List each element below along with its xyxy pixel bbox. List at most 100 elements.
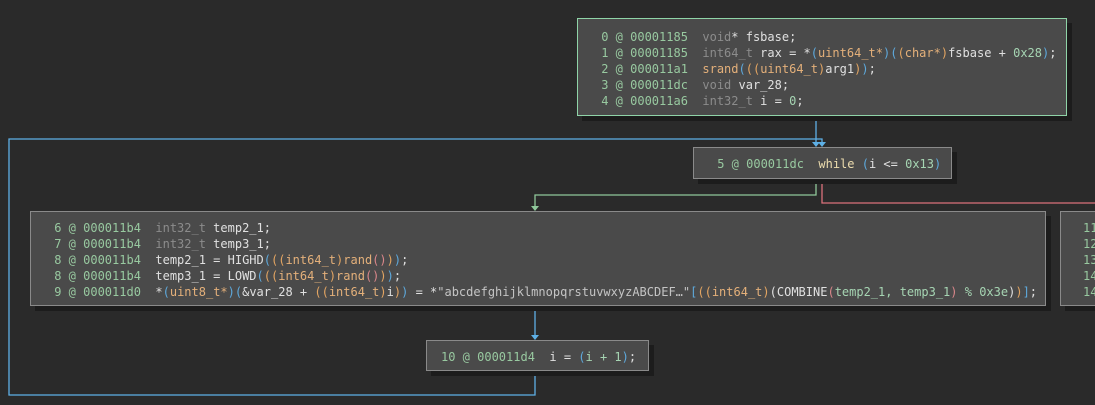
code-token: * bbox=[155, 285, 163, 299]
line-address: 0 @ 00001185 bbox=[594, 30, 703, 44]
code-token: "abcdefghijklmnopqrstuvwxyzABCDEF…" bbox=[437, 285, 691, 299]
code-line[interactable]: 13 bbox=[1083, 252, 1095, 268]
code-line[interactable]: 1 @ 00001185 int64_t rax = *(uint64_t*)(… bbox=[594, 45, 1066, 61]
code-line[interactable]: 6 @ 000011b4 int32_t temp2_1; bbox=[47, 220, 1045, 236]
basic-block-increment[interactable]: 10 @ 000011d4 i = (i + 1); bbox=[426, 340, 649, 371]
edge-false-to-exit bbox=[821, 179, 1095, 204]
code-token: ) bbox=[227, 285, 235, 299]
code-token: ) bbox=[762, 285, 770, 299]
code-token: &var_28 + bbox=[242, 285, 315, 299]
code-token: ) bbox=[386, 269, 394, 283]
code-token: ; bbox=[393, 269, 402, 283]
code-token: i = bbox=[752, 94, 790, 108]
line-address: 4 @ 000011a6 bbox=[594, 94, 703, 108]
code-token: i <= bbox=[868, 157, 906, 171]
code-line[interactable]: 8 @ 000011b4 temp2_1 = HIGHD(((int64_t)r… bbox=[47, 252, 1045, 268]
code-line[interactable]: 2 @ 000011a1 srand(((uint64_t)arg1)); bbox=[594, 61, 1066, 77]
line-address: 6 @ 000011b4 bbox=[47, 221, 156, 235]
code-token: ( bbox=[263, 253, 271, 267]
code-token: ( bbox=[769, 285, 777, 299]
code-token: arg1 bbox=[825, 62, 855, 76]
code-token: uint64_t* bbox=[817, 46, 884, 60]
line-address: 14 bbox=[1083, 285, 1095, 299]
code-token: ) bbox=[1015, 285, 1023, 299]
code-line[interactable]: 10 @ 000011d4 i = (i + 1); bbox=[441, 349, 648, 365]
code-token: rand bbox=[343, 253, 373, 267]
code-token: ( bbox=[745, 62, 753, 76]
code-token: ( bbox=[314, 285, 322, 299]
code-token: fsbase + bbox=[948, 46, 1014, 60]
line-address: 13 bbox=[1083, 253, 1095, 267]
code-token: int32_t bbox=[155, 237, 206, 251]
code-line[interactable]: 12 bbox=[1083, 236, 1095, 252]
line-address: 8 @ 000011b4 bbox=[47, 269, 156, 283]
code-line[interactable]: 8 @ 000011b4 temp3_1 = LOWD(((int64_t)ra… bbox=[47, 268, 1045, 284]
code-line[interactable]: 0 @ 00001185 void* fsbase; bbox=[594, 29, 1066, 45]
code-token: while bbox=[818, 157, 855, 171]
code-token: int32_t bbox=[702, 94, 753, 108]
code-token: void bbox=[702, 30, 732, 44]
basic-block-while[interactable]: 5 @ 000011dc while (i <= 0x13) bbox=[693, 147, 952, 179]
code-token: int64_t bbox=[328, 285, 380, 299]
code-token: i = bbox=[549, 350, 579, 364]
line-address: 10 @ 000011d4 bbox=[441, 350, 550, 364]
code-token: srand bbox=[702, 62, 739, 76]
line-address: 12 bbox=[1083, 237, 1095, 251]
code-token: ( bbox=[827, 285, 835, 299]
code-token: ) bbox=[934, 157, 942, 171]
code-token: = * bbox=[408, 285, 438, 299]
code-token: temp3_1 = LOWD bbox=[155, 269, 257, 283]
code-line[interactable]: 7 @ 000011b4 int32_t temp3_1; bbox=[47, 236, 1045, 252]
code-token: 0x28 bbox=[1013, 46, 1043, 60]
code-token: int32_t bbox=[155, 221, 206, 235]
code-line[interactable]: 3 @ 000011dc void var_28; bbox=[594, 77, 1066, 93]
code-line[interactable]: 14 bbox=[1083, 284, 1095, 300]
code-token: ) bbox=[940, 46, 949, 60]
basic-block-loop-body[interactable]: 6 @ 000011b4 int32_t temp2_1; 7 @ 000011… bbox=[30, 211, 1046, 306]
code-token: () bbox=[372, 253, 387, 267]
code-token: ( bbox=[321, 285, 329, 299]
code-token: ( bbox=[697, 285, 705, 299]
code-token: ) bbox=[379, 269, 387, 283]
code-line[interactable]: 9 @ 000011d0 *(uint8_t*)(&var_28 + ((int… bbox=[47, 284, 1045, 300]
line-address: 1 @ 00001185 bbox=[594, 46, 703, 60]
code-token: ) bbox=[393, 253, 402, 267]
code-token: uint64_t bbox=[760, 62, 818, 76]
code-token: 0x13 bbox=[905, 157, 934, 171]
code-token: i + 1 bbox=[585, 350, 622, 364]
code-token: ; bbox=[868, 62, 876, 76]
code-token: int64_t bbox=[711, 285, 763, 299]
line-address: 8 @ 000011b4 bbox=[47, 253, 156, 267]
code-token: int64_t bbox=[278, 269, 329, 283]
code-token: rax = * bbox=[752, 46, 811, 60]
line-address: 7 @ 000011b4 bbox=[47, 237, 156, 251]
code-line[interactable]: 5 @ 000011dc while (i <= 0x13) bbox=[710, 156, 951, 172]
line-address: 3 @ 000011dc bbox=[594, 78, 703, 92]
code-token: % 0x3e bbox=[957, 285, 1009, 299]
code-token: ( bbox=[810, 46, 818, 60]
edge-true-to-body bbox=[534, 179, 817, 207]
code-token: ( bbox=[738, 62, 746, 76]
code-line[interactable]: 14 bbox=[1083, 268, 1095, 284]
line-address: 9 @ 000011d0 bbox=[47, 285, 156, 299]
code-token: ( bbox=[256, 269, 264, 283]
code-token: void bbox=[702, 78, 732, 92]
basic-block-entry[interactable]: 0 @ 00001185 void* fsbase; 1 @ 00001185 … bbox=[577, 18, 1067, 116]
code-token: rand bbox=[336, 269, 365, 283]
code-token: COMBINE bbox=[776, 285, 828, 299]
code-token: * fsbase; bbox=[731, 30, 797, 44]
code-line[interactable]: 4 @ 000011a6 int32_t i = 0; bbox=[594, 93, 1066, 109]
line-address: 5 @ 000011dc bbox=[710, 157, 819, 171]
code-token: temp2_1 = HIGHD bbox=[155, 253, 264, 267]
code-token: ; bbox=[1029, 285, 1038, 299]
code-token: ( bbox=[897, 46, 905, 60]
code-token: ) bbox=[386, 253, 394, 267]
code-token: ( bbox=[704, 285, 712, 299]
code-token: ) bbox=[379, 285, 387, 299]
code-token: ( bbox=[861, 157, 869, 171]
code-token: ) bbox=[861, 62, 869, 76]
code-token: ) bbox=[621, 350, 629, 364]
code-token: temp2_1, temp3_1 bbox=[834, 285, 951, 299]
code-line[interactable]: 11 bbox=[1083, 220, 1095, 236]
basic-block-exit[interactable]: 11 12 13 14 14 bbox=[1060, 211, 1095, 306]
